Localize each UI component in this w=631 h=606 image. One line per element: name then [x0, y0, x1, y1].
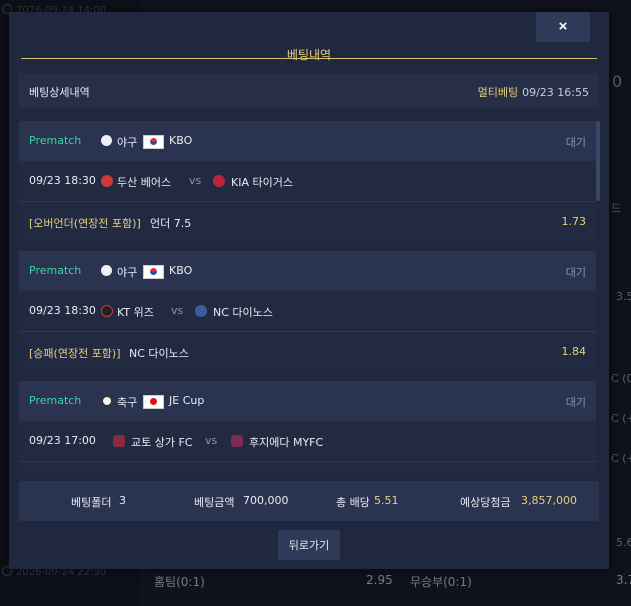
sport-label: 축구	[117, 396, 138, 409]
team-logo-icon	[101, 305, 113, 317]
pick-label: 언더 7.5	[150, 217, 192, 230]
home-team: 두산 베어스	[117, 176, 172, 189]
detail-header-label: 베팅상세내역	[29, 86, 90, 99]
league-label: JE Cup	[169, 394, 205, 407]
prematch-label: Prematch	[29, 264, 82, 277]
vs-label: vs	[205, 434, 218, 447]
pick-row	[19, 462, 596, 472]
away-team: NC 다이노스	[213, 306, 273, 319]
away-team: 후지에다 MYFC	[249, 436, 324, 449]
korea-flag-icon	[143, 265, 164, 279]
pick-label: NC 다이노스	[129, 347, 189, 360]
baseball-icon	[101, 265, 112, 276]
match-row: 09/23 17:00 교토 상가 FC vs 후지에다 MYFC	[19, 421, 596, 462]
detail-header: 베팅상세내역 멀티베팅 09/23 16:55	[19, 73, 599, 108]
pick-odds: 1.73	[561, 215, 587, 228]
japan-flag-icon	[143, 395, 164, 409]
vs-label: vs	[189, 174, 202, 187]
away-team: KIA 타이거스	[231, 176, 293, 189]
vs-label: vs	[171, 304, 184, 317]
soccer-ball-icon	[101, 395, 113, 407]
pick-row: [승패(연장전 포함)] NC 다이노스 1.84	[19, 332, 596, 372]
status-badge: 대기	[565, 266, 586, 279]
bet-header: Prematch 야구 KBO 대기	[19, 251, 596, 291]
bet-item: Prematch 야구 KBO 대기 09/23 18:30 두산 베어스 vs…	[19, 121, 596, 242]
home-team: 교토 상가 FC	[131, 436, 193, 449]
prematch-label: Prematch	[29, 394, 82, 407]
amount-value: 700,000	[243, 494, 289, 507]
pick-odds: 1.84	[561, 345, 587, 358]
scrollbar[interactable]	[596, 121, 600, 201]
bet-history-modal: × 베팅내역 베팅상세내역 멀티베팅 09/23 16:55 Prematch 야…	[9, 12, 609, 569]
pick-row: [오버언더(연장전 포함)] 언더 7.5 1.73	[19, 202, 596, 242]
close-button[interactable]: ×	[536, 12, 590, 42]
total-odds-value: 5.51	[374, 494, 399, 507]
folder-count: 3	[119, 494, 126, 507]
baseball-icon	[101, 135, 112, 146]
bet-item: Prematch 축구 JE Cup 대기 09/23 17:00 교토 상가 …	[19, 381, 596, 472]
team-logo-icon	[231, 435, 243, 447]
match-time: 09/23 17:00	[29, 434, 96, 447]
expected-value: 3,857,000	[521, 494, 577, 507]
match-row: 09/23 18:30 KT 위즈 vs NC 다이노스	[19, 291, 596, 332]
bet-item: Prematch 야구 KBO 대기 09/23 18:30 KT 위즈 vs …	[19, 251, 596, 372]
back-button[interactable]: 뒤로가기	[278, 530, 340, 560]
team-logo-icon	[101, 175, 113, 187]
sport-label: 야구	[117, 136, 138, 149]
match-row: 09/23 18:30 두산 베어스 vs KIA 타이거스	[19, 161, 596, 202]
title-divider	[21, 58, 597, 59]
market-label: [승패(연장전 포함)]	[29, 347, 121, 360]
home-team: KT 위즈	[117, 306, 154, 319]
detail-header-info: 멀티베팅 09/23 16:55	[478, 84, 589, 100]
bet-list[interactable]: Prematch 야구 KBO 대기 09/23 18:30 두산 베어스 vs…	[19, 121, 599, 472]
bet-header: Prematch 야구 KBO 대기	[19, 121, 596, 161]
league-label: KBO	[169, 134, 193, 147]
prematch-label: Prematch	[29, 134, 82, 147]
bet-header: Prematch 축구 JE Cup 대기	[19, 381, 596, 421]
team-logo-icon	[195, 305, 207, 317]
bet-datetime: 09/23 16:55	[522, 86, 589, 99]
korea-flag-icon	[143, 135, 164, 149]
expected-label: 예상당첨금	[460, 496, 511, 509]
sport-label: 야구	[117, 266, 138, 279]
bet-type: 멀티베팅	[477, 86, 519, 99]
amount-label: 베팅금액	[194, 496, 235, 509]
market-label: [오버언더(연장전 포함)]	[29, 217, 141, 230]
league-label: KBO	[169, 264, 193, 277]
bet-summary: 베팅폴더 3 베팅금액 700,000 총 배당 5.51 예상당첨금 3,85…	[19, 481, 599, 521]
folder-label: 베팅폴더	[71, 496, 112, 509]
status-badge: 대기	[565, 136, 586, 149]
match-time: 09/23 18:30	[29, 304, 96, 317]
status-badge: 대기	[565, 396, 586, 409]
modal-title: 베팅내역	[286, 48, 332, 62]
team-logo-icon	[113, 435, 125, 447]
team-logo-icon	[213, 175, 225, 187]
match-time: 09/23 18:30	[29, 174, 96, 187]
total-odds-label: 총 배당	[336, 496, 370, 509]
